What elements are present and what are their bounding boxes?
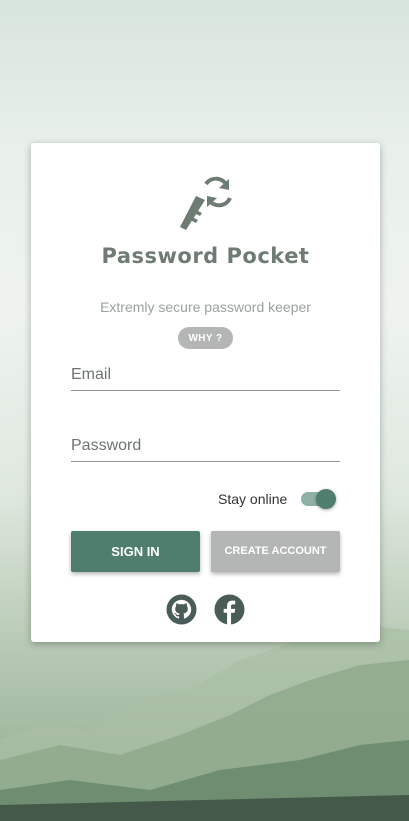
email-input[interactable] xyxy=(71,359,340,390)
email-field xyxy=(71,359,340,391)
toggle-knob xyxy=(316,489,336,509)
create-account-button[interactable]: CREATE ACCOUNT xyxy=(211,531,340,572)
sign-in-button[interactable]: SIGN IN xyxy=(71,531,200,572)
stay-online-label: Stay online xyxy=(218,491,288,507)
why-button[interactable]: WHY ? xyxy=(178,327,233,349)
password-input[interactable] xyxy=(71,430,340,461)
stay-online-toggle[interactable] xyxy=(301,489,336,509)
app-brand-title: Password Pocket xyxy=(101,244,310,268)
password-field xyxy=(71,430,340,462)
app-tagline: Extremly secure password keeper xyxy=(100,299,311,315)
github-icon[interactable] xyxy=(166,594,197,625)
facebook-icon[interactable] xyxy=(214,594,245,625)
key-refresh-logo-icon xyxy=(180,176,232,230)
